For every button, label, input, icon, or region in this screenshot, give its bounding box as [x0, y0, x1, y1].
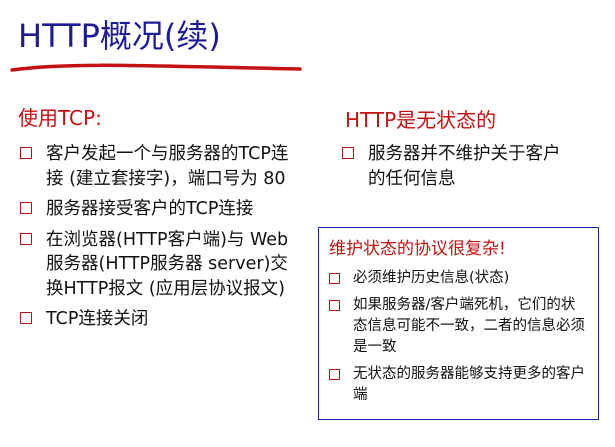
checkbox-icon: [329, 300, 340, 311]
list-item: 服务器并不维护关于客户的任何信息: [342, 142, 572, 191]
list-item-text: 客户发起一个与服务器的TCP连接 (建立套接字)，端口号为 80: [46, 144, 289, 189]
left-heading: 使用TCP:: [18, 106, 102, 130]
slide-title: HTTP概况(续): [18, 17, 221, 55]
checkbox-icon: [20, 147, 32, 159]
checkbox-icon: [20, 312, 32, 324]
list-item: 客户发起一个与服务器的TCP连接 (建立套接字)，端口号为 80: [20, 142, 290, 191]
list-item-text: 在浏览器(HTTP客户端)与 Web服务器(HTTP服务器 server)交换H…: [46, 229, 289, 299]
list-item-text: 必须维护历史信息(状态): [353, 270, 510, 286]
stateful-protocol-box: 维护状态的协议很复杂! 必须维护历史信息(状态) 如果服务器/客户端死机，它们的…: [318, 227, 599, 420]
list-item: 在浏览器(HTTP客户端)与 Web服务器(HTTP服务器 server)交换H…: [20, 228, 290, 302]
left-bullet-list: 客户发起一个与服务器的TCP连接 (建立套接字)，端口号为 80 服务器接受客户…: [20, 142, 290, 338]
list-item: 必须维护历史信息(状态): [329, 268, 588, 289]
list-item-text: 服务器接受客户的TCP连接: [46, 199, 254, 219]
list-item: TCP连接关闭: [20, 307, 290, 332]
list-item: 无状态的服务器能够支持更多的客户端: [329, 364, 588, 406]
checkbox-icon: [329, 369, 340, 380]
right-bullet-list: 服务器并不维护关于客户的任何信息: [342, 142, 572, 197]
list-item-text: 如果服务器/客户端死机，它们的状态信息可能不一致，二者的信息必须是一致: [353, 297, 585, 355]
list-item: 服务器接受客户的TCP连接: [20, 197, 290, 222]
list-item-text: 服务器并不维护关于客户的任何信息: [368, 144, 561, 189]
box-bullet-list: 必须维护历史信息(状态) 如果服务器/客户端死机，它们的状态信息可能不一致，二者…: [329, 268, 588, 406]
list-item: 如果服务器/客户端死机，它们的状态信息可能不一致，二者的信息必须是一致: [329, 295, 588, 358]
list-item-text: 无状态的服务器能够支持更多的客户端: [353, 366, 585, 403]
checkbox-icon: [20, 232, 32, 245]
checkbox-icon: [342, 147, 354, 159]
list-item-text: TCP连接关闭: [46, 309, 149, 329]
right-heading: HTTP是无状态的: [345, 108, 497, 132]
title-underline-icon: [10, 63, 302, 72]
box-heading: 维护状态的协议很复杂!: [329, 239, 506, 259]
checkbox-icon: [329, 273, 340, 284]
checkbox-icon: [20, 202, 32, 214]
